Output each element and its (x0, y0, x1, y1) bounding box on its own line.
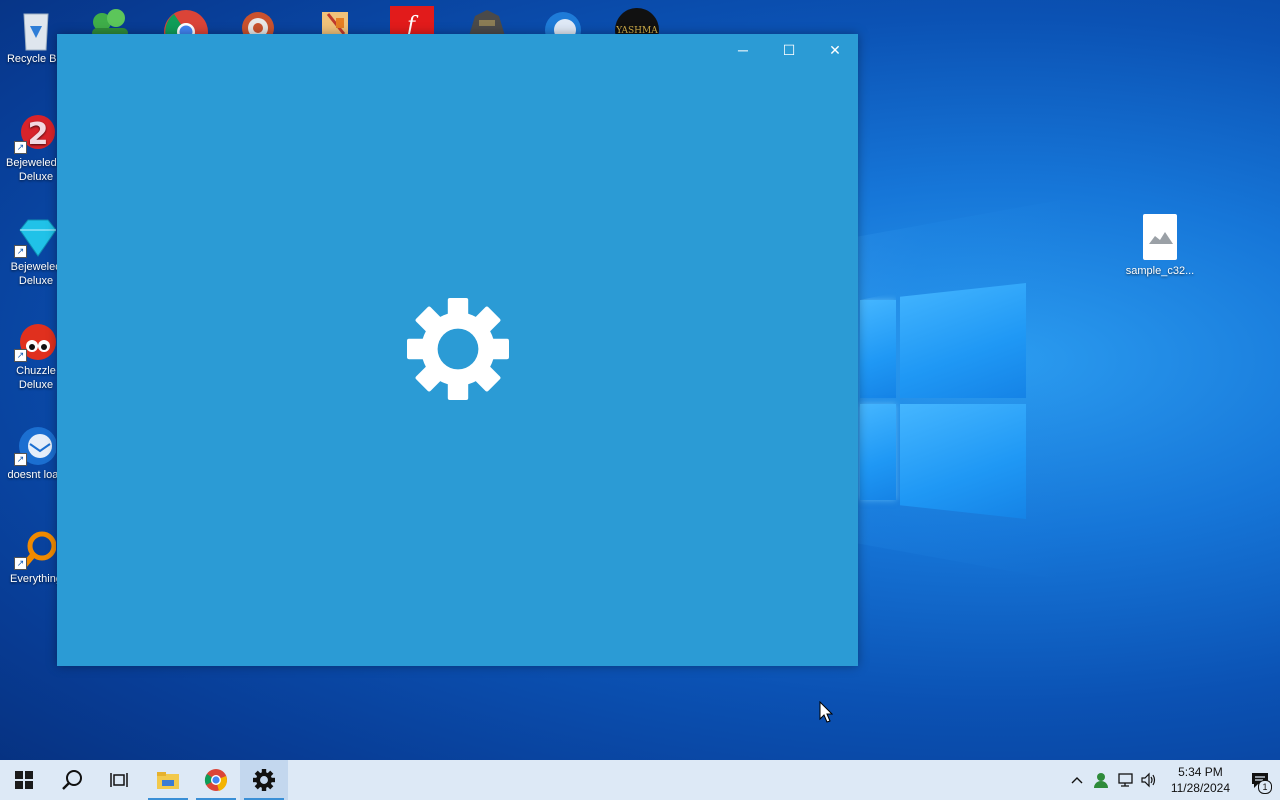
users-icon[interactable] (88, 0, 132, 36)
desktop-icon-label: sample_c32... (1125, 265, 1195, 277)
chuzzle-icon: ↗ (14, 320, 56, 362)
system-tray: 5:34 PM 11/28/2024 1 (1065, 760, 1280, 800)
everything-search-icon: ↗ (14, 528, 57, 571)
minimize-button[interactable]: ─ (720, 34, 766, 66)
chrome-icon (204, 769, 227, 791)
chrome-icon[interactable] (164, 0, 208, 36)
maximize-button[interactable]: ☐ (766, 34, 812, 66)
wallpaper-logo-pane (860, 404, 896, 500)
bejeweled-2-icon: 2 ↗ (14, 112, 56, 154)
show-hidden-icons-button[interactable] (1065, 760, 1089, 800)
thunderbird-icon: ↗ (14, 424, 57, 466)
network-icon (1118, 773, 1133, 787)
windows-start-icon (15, 771, 33, 789)
desktop-icon-sample-file[interactable]: sample_c32... (1124, 214, 1196, 278)
user-status-icon (1093, 773, 1108, 788)
clock-time: 5:34 PM (1178, 765, 1223, 779)
shortcut-arrow-icon: ↗ (14, 453, 27, 466)
shortcut-arrow-icon: ↗ (14, 245, 27, 258)
speaker-icon (1141, 772, 1155, 788)
gear-icon (407, 298, 509, 400)
yashma-icon[interactable]: YASHMA (615, 0, 659, 36)
flash-icon[interactable]: f (390, 0, 434, 36)
game-icon[interactable] (465, 0, 509, 36)
network-button[interactable] (1113, 760, 1137, 800)
clock[interactable]: 5:34 PM 11/28/2024 (1161, 764, 1240, 796)
settings-icon (253, 769, 275, 791)
title-bar[interactable]: ─ ☐ ✕ (57, 34, 858, 66)
chevron-up-icon (1071, 777, 1083, 784)
wallpaper-logo-pane (860, 300, 896, 398)
shortcut-arrow-icon: ↗ (14, 141, 27, 154)
taskbar-file-explorer[interactable] (144, 760, 192, 800)
mouse-cursor-icon (819, 701, 833, 723)
file-explorer-icon (157, 772, 179, 789)
wallpaper-logo-pane (900, 283, 1026, 398)
wallpaper-logo-pane (900, 404, 1026, 519)
settings-window[interactable]: ─ ☐ ✕ (57, 34, 858, 666)
recycle-bin-icon (16, 8, 56, 51)
taskbar-chrome[interactable] (192, 760, 240, 800)
task-view-button[interactable] (96, 760, 144, 800)
notification-count-badge: 1 (1258, 780, 1272, 794)
file-icon (1143, 214, 1177, 260)
search-button[interactable] (48, 760, 96, 800)
close-button[interactable]: ✕ (812, 34, 858, 66)
tray-user-icon-button[interactable] (1089, 760, 1113, 800)
shortcut-arrow-icon: ↗ (14, 349, 27, 362)
start-button[interactable] (0, 760, 48, 800)
clock-date: 11/28/2024 (1170, 781, 1230, 795)
task-view-icon (110, 773, 128, 787)
shortcut-arrow-icon: ↗ (14, 557, 27, 570)
search-icon (62, 770, 82, 790)
action-center-button[interactable]: 1 (1240, 760, 1280, 800)
app-icon[interactable] (236, 0, 280, 36)
taskbar: 5:34 PM 11/28/2024 1 (0, 760, 1280, 800)
thunderbird-icon[interactable] (541, 0, 585, 36)
volume-button[interactable] (1137, 760, 1161, 800)
taskbar-settings[interactable] (240, 760, 288, 800)
bejeweled-gem-icon: ↗ (14, 216, 57, 258)
archive-icon[interactable] (316, 0, 360, 36)
svg-text:2: 2 (28, 117, 49, 152)
